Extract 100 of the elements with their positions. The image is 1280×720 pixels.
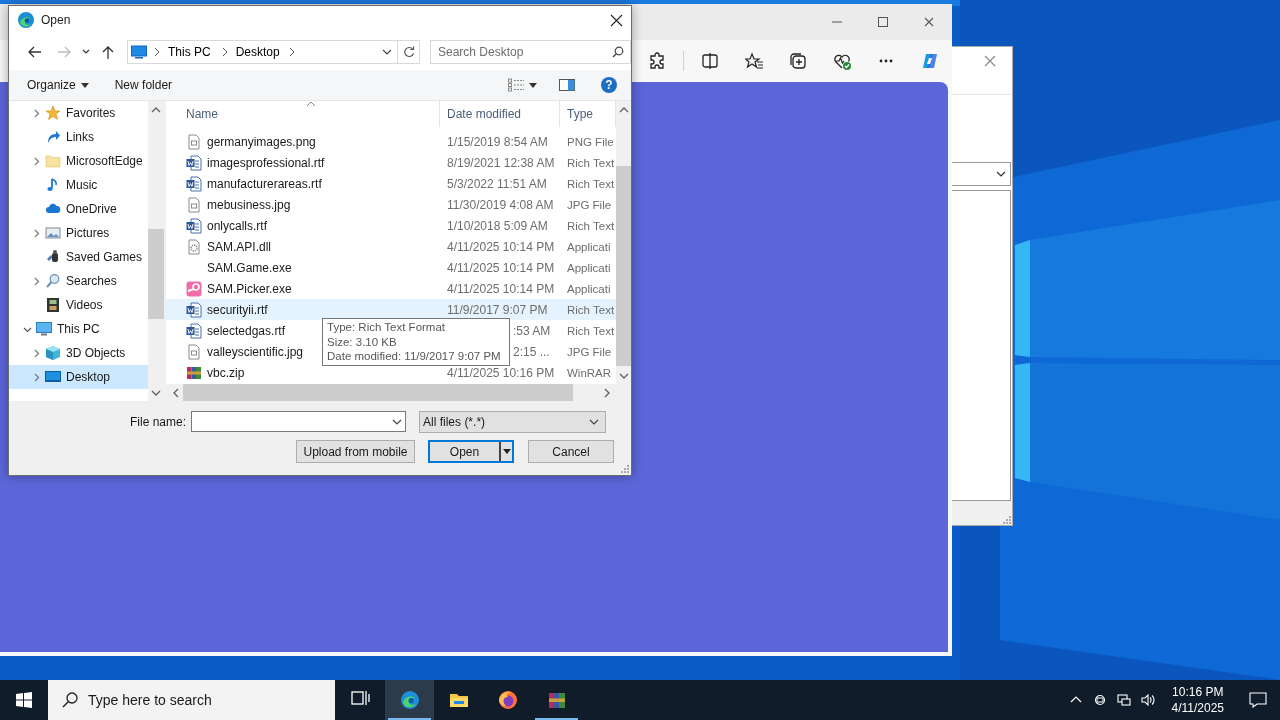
copilot-logo-icon	[921, 52, 939, 70]
date-cell: 2:15 ...	[513, 344, 550, 359]
file-name[interactable]: SAM.Game.exe	[207, 260, 292, 275]
archive-icon	[546, 690, 567, 710]
scrollbar[interactable]	[148, 101, 164, 401]
type-cell: Rich Text	[567, 156, 615, 169]
archive-icon	[186, 364, 202, 381]
file-name[interactable]: onlycalls.rtf	[207, 218, 268, 233]
field-label: File name:	[130, 414, 187, 429]
tree-item[interactable]: Videos	[9, 293, 148, 317]
tree-item[interactable]: Desktop	[9, 365, 148, 389]
tree-item[interactable]: Pictures	[9, 221, 148, 245]
column-header[interactable]: Name	[166, 101, 440, 127]
word-document-icon	[186, 322, 202, 339]
scrollbar[interactable]	[166, 384, 631, 401]
chevron-down-icon[interactable]	[618, 371, 629, 380]
breadcrumb[interactable]: This PC	[164, 42, 215, 62]
tree-item[interactable]: Saved Games	[9, 245, 148, 269]
app-icon	[17, 11, 35, 29]
chevron-right-icon	[220, 47, 229, 57]
tree-item[interactable]: Favorites	[9, 101, 148, 125]
date-cell: 1/15/2019 8:54 AM	[447, 134, 548, 149]
file-name[interactable]: mebusiness.jpg	[207, 197, 291, 212]
preview-pane-icon	[559, 79, 575, 91]
breadcrumb[interactable]: Desktop	[231, 42, 284, 62]
word-document-icon	[186, 217, 202, 234]
scrollbar[interactable]	[616, 101, 631, 384]
date-cell: 4/11/2025 10:14 PM	[447, 260, 555, 275]
address-bar[interactable]: This PC Desktop	[127, 40, 420, 64]
tree-item[interactable]: Links	[9, 125, 148, 149]
tooltip-text: Date modified: 11/9/2017 9:07 PM	[327, 349, 502, 364]
chevron-left-icon[interactable]	[172, 387, 180, 398]
file-name[interactable]: vbc.zip	[207, 365, 245, 380]
tree-item[interactable]: Music	[9, 173, 148, 197]
star-icon	[45, 105, 61, 121]
dialog-button[interactable]: Cancel	[528, 440, 614, 463]
word-document-icon	[186, 154, 202, 171]
chevron-down-icon	[589, 417, 600, 426]
search-field[interactable]: Search Desktop	[430, 40, 631, 64]
taskbar-app-button[interactable]	[385, 680, 434, 720]
maximize-icon	[878, 17, 888, 27]
new-folder-button[interactable]: New folder	[108, 75, 179, 95]
resize-grip-icon	[620, 464, 630, 474]
file-name[interactable]: SAM.API.dll	[207, 239, 272, 254]
file-type-dropdown[interactable]: All files (*.*)	[419, 410, 607, 433]
chevron-up-icon[interactable]	[151, 105, 161, 114]
file-name[interactable]: SAM.Picker.exe	[207, 281, 292, 296]
date-cell: 8/19/2021 12:38 AM	[447, 155, 555, 170]
tree-item[interactable]: MicrosoftEdge	[9, 149, 148, 173]
date-cell: 4/11/2025 10:16 PM	[447, 365, 555, 380]
date-cell: 4/11/2025 10:14 PM	[447, 281, 555, 296]
chevron-right-icon[interactable]	[603, 387, 611, 398]
windows-logo-icon	[16, 692, 32, 708]
clock[interactable]: 10:16 PM 4/11/2025	[1163, 680, 1232, 720]
close-icon	[609, 13, 623, 27]
folder-icon	[45, 153, 61, 169]
app-icon	[186, 280, 202, 297]
clock-time: 10:16 PM	[1172, 684, 1224, 700]
monitor-icon	[131, 45, 147, 59]
type-cell: Applicati	[567, 282, 611, 295]
more-icon	[879, 59, 893, 63]
chevron-right-icon	[287, 47, 296, 57]
date-cell: 5/3/2022 11:51 AM	[447, 176, 547, 191]
word-document-icon	[186, 175, 202, 192]
notification-icon	[1249, 692, 1267, 708]
file-name[interactable]: manufacturerareas.rtf	[207, 176, 322, 191]
file-name[interactable]: imagesprofessional.rtf	[207, 155, 325, 170]
close-icon[interactable]	[984, 55, 996, 67]
chevron-right-icon	[153, 47, 161, 57]
fox-globe-icon	[497, 690, 518, 710]
help-button[interactable]: ?	[601, 77, 617, 93]
open-button[interactable]: Open	[428, 440, 514, 463]
tree-item[interactable]: This PC	[9, 317, 148, 341]
tree-item[interactable]: 3D Objects	[9, 341, 148, 365]
file-name[interactable]: securityii.rtf	[207, 302, 268, 317]
search-box[interactable]: Type here to search	[48, 680, 335, 720]
link-arrow-icon	[45, 129, 61, 145]
column-header[interactable]: Date modified	[440, 101, 560, 127]
type-cell: Rich Text	[567, 303, 615, 316]
tree-item[interactable]: Searches	[9, 269, 148, 293]
search-icon	[62, 692, 78, 708]
dialog-button[interactable]: Upload from mobile	[296, 440, 415, 463]
monitor-icon	[36, 321, 52, 337]
document-icon	[186, 133, 202, 150]
chevron-up-icon[interactable]	[618, 105, 629, 114]
type-cell: Rich Text	[567, 219, 615, 232]
date-cell: 11/30/2019 4:08 AM	[447, 197, 554, 212]
file-name[interactable]: valleyscientific.jpg	[207, 344, 304, 359]
arrow-left-icon	[26, 45, 42, 59]
chevron-down-icon[interactable]	[151, 388, 161, 397]
tooltip-text: Type: Rich Text Format	[327, 320, 447, 335]
file-name[interactable]: germanyimages.png	[207, 134, 316, 149]
date-cell: 4/11/2025 10:14 PM	[447, 239, 555, 254]
tree-item[interactable]: OneDrive	[9, 197, 148, 221]
date-cell: 1/10/2018 5:09 AM	[447, 218, 548, 233]
type-cell: WinRAR	[567, 366, 612, 379]
file-name[interactable]: selectedgas.rtf	[207, 323, 286, 338]
organize-button[interactable]: Organize	[21, 75, 95, 95]
file-name-field[interactable]	[191, 411, 407, 432]
film-icon	[45, 297, 61, 313]
